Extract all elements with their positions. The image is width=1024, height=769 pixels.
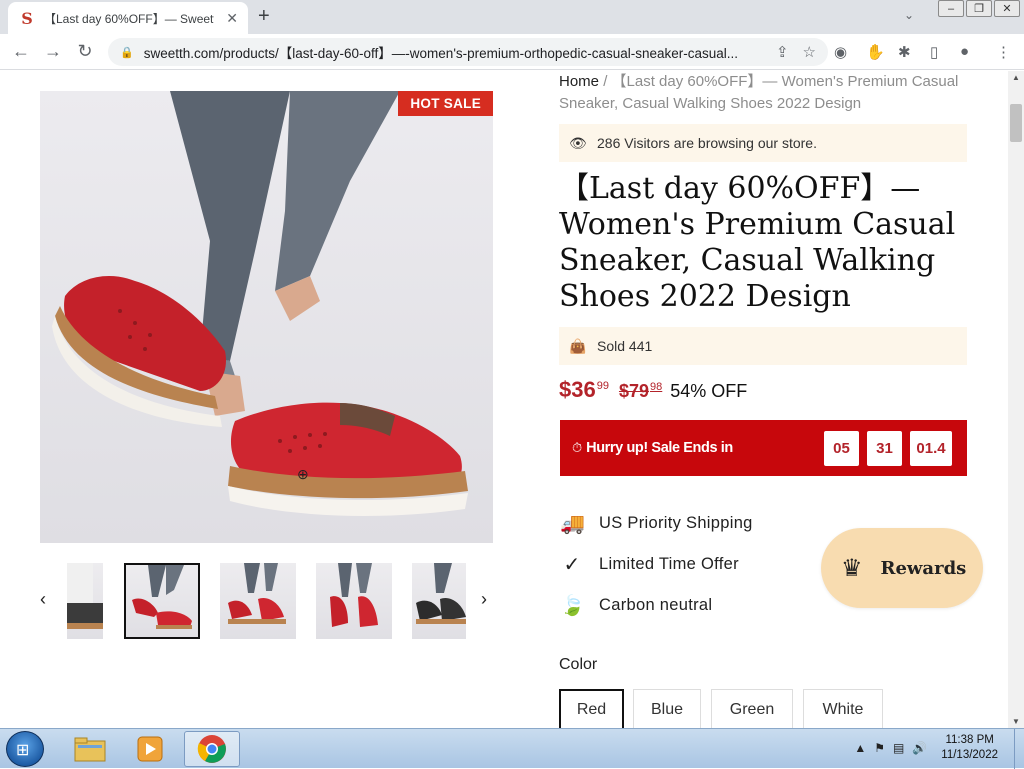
thumbnail-next-arrow-icon[interactable]: › bbox=[481, 589, 487, 610]
clock-date: 11/13/2022 bbox=[941, 749, 998, 761]
shopping-bag-icon: 👜 bbox=[569, 337, 587, 354]
product-title: 【Last day 60%OFF】— Women's Premium Casua… bbox=[559, 171, 956, 314]
sneaker-illustration bbox=[52, 91, 468, 516]
sold-notice: 👜 Sold 441 bbox=[559, 327, 967, 365]
window-controls: – ❐ ✕ bbox=[938, 0, 1020, 17]
thumbnail-item[interactable] bbox=[316, 563, 392, 639]
stopwatch-icon: ⏱ bbox=[572, 440, 583, 455]
thumbnail-prev-arrow-icon[interactable]: ‹ bbox=[40, 589, 46, 610]
countdown-minutes: 31 bbox=[867, 431, 902, 466]
extensions-puzzle-icon[interactable]: ✱ bbox=[898, 43, 911, 61]
system-clock[interactable]: 11:38 PM 11/13/2022 bbox=[941, 733, 998, 763]
crown-icon: ♛ bbox=[841, 554, 863, 582]
sale-countdown-bar: ⏱ Hurry up! Sale Ends in 05 31 01.4 bbox=[560, 420, 967, 476]
breadcrumb-home-link[interactable]: Home bbox=[559, 73, 599, 90]
price-row: $3699 $7998 54% OFF bbox=[559, 377, 747, 403]
thumbnail-item[interactable] bbox=[67, 563, 103, 639]
share-icon[interactable]: ⇪ bbox=[776, 43, 789, 61]
thumbnail-item[interactable] bbox=[124, 563, 200, 639]
site-favicon-icon: S bbox=[21, 8, 33, 28]
show-desktop-button[interactable] bbox=[1014, 729, 1024, 769]
chrome-icon bbox=[197, 735, 226, 763]
visitors-text: 286 Visitors are browsing our store. bbox=[597, 135, 817, 151]
zoom-magnifier-icon[interactable]: ⊕ bbox=[297, 466, 309, 483]
browser-tab-bar: S 【Last day 60%OFF】— Sweetth P ✕ + ⌄ – ❐… bbox=[0, 0, 1024, 34]
sold-text: Sold 441 bbox=[597, 338, 653, 354]
feature-shipping: 🚚 US Priority Shipping bbox=[560, 513, 753, 535]
color-option-green[interactable]: Green bbox=[711, 689, 793, 728]
start-button[interactable]: ⊞ bbox=[6, 731, 44, 767]
forward-icon[interactable]: → bbox=[42, 41, 64, 62]
taskbar-chrome[interactable] bbox=[184, 731, 240, 767]
check-circle-icon: ✓ bbox=[563, 554, 581, 576]
current-price: $3699 bbox=[559, 377, 609, 402]
rewards-label: Rewards bbox=[880, 557, 967, 579]
windows-logo-icon: ⊞ bbox=[16, 742, 30, 759]
url-text[interactable]: sweetth.com/products/【last-day-60-off】—-… bbox=[144, 42, 762, 62]
taskbar-explorer[interactable] bbox=[62, 731, 118, 767]
tab-close-icon[interactable]: ✕ bbox=[226, 10, 238, 27]
main-product-image[interactable]: HOT SALE ⊕ bbox=[40, 91, 493, 543]
browser-toolbar: ← → ↻ 🔒 sweetth.com/products/【last-day-6… bbox=[0, 34, 1024, 70]
tab-search-chevron-icon[interactable]: ⌄ bbox=[904, 8, 914, 22]
tray-expand-icon[interactable]: ▲ bbox=[854, 741, 866, 755]
eye-icon: 👁 bbox=[569, 134, 587, 151]
restore-icon[interactable]: ❐ bbox=[966, 0, 992, 17]
discount-label: 54% OFF bbox=[670, 381, 748, 401]
bookmark-star-icon[interactable]: ☆ bbox=[803, 43, 816, 61]
breadcrumb-separator: / bbox=[603, 73, 608, 90]
color-option-blue[interactable]: Blue bbox=[633, 689, 701, 728]
tab-title: 【Last day 60%OFF】— Sweetth P bbox=[44, 11, 214, 26]
rewards-button[interactable]: ♛ Rewards bbox=[821, 528, 983, 608]
volume-icon[interactable]: 🔊 bbox=[912, 741, 927, 755]
hot-sale-badge: HOT SALE bbox=[398, 91, 493, 116]
back-icon[interactable]: ← bbox=[10, 41, 32, 62]
breadcrumb-current: 【Last day 60%OFF】— Women's Premium Casua… bbox=[559, 73, 959, 112]
windows-taskbar: ⊞ ▲ ⚑ ▤ 🔊 11:38 PM 11/13/2022 bbox=[0, 728, 1024, 769]
countdown-hours: 05 bbox=[824, 431, 859, 466]
system-tray: ▲ ⚑ ▤ 🔊 11:38 PM 11/13/2022 bbox=[854, 733, 1014, 763]
color-label: Color bbox=[559, 656, 598, 673]
profile-icon[interactable]: ● bbox=[960, 43, 969, 60]
countdown-seconds: 01.4 bbox=[910, 431, 952, 466]
folder-icon bbox=[74, 737, 106, 762]
scroll-thumb[interactable] bbox=[1010, 104, 1022, 142]
thumbnail-carousel: ‹ › bbox=[40, 563, 500, 639]
page-content: HOT SALE ⊕ ‹ › Home / 【Last day 60%OFF】—… bbox=[0, 71, 1008, 728]
extension-avatar-icon[interactable]: ◉ bbox=[834, 43, 847, 61]
scroll-down-icon[interactable]: ▼ bbox=[1012, 717, 1020, 726]
leaf-icon: 🍃 bbox=[560, 595, 586, 617]
thumbnail-item[interactable] bbox=[220, 563, 296, 639]
truck-icon: 🚚 bbox=[560, 513, 586, 535]
visitors-notice: 👁 286 Visitors are browsing our store. bbox=[559, 124, 967, 162]
taskbar-media-player[interactable] bbox=[122, 731, 178, 767]
feature-limited-offer: ✓ Limited Time Offer bbox=[560, 552, 739, 577]
color-option-red[interactable]: Red bbox=[559, 689, 624, 728]
media-player-icon bbox=[137, 736, 163, 762]
reload-icon[interactable]: ↻ bbox=[74, 41, 96, 62]
browser-tab[interactable]: S 【Last day 60%OFF】— Sweetth P ✕ bbox=[8, 2, 248, 34]
address-bar[interactable]: 🔒 sweetth.com/products/【last-day-60-off】… bbox=[108, 38, 828, 66]
sale-ends-text: Hurry up! Sale Ends in bbox=[586, 440, 733, 456]
original-price: $7998 bbox=[618, 381, 663, 401]
new-tab-icon[interactable]: + bbox=[258, 5, 270, 28]
feature-carbon-neutral: 🍃 Carbon neutral bbox=[560, 595, 713, 617]
color-option-white[interactable]: White bbox=[803, 689, 883, 728]
side-panel-icon[interactable]: ▯ bbox=[930, 43, 938, 61]
window-close-icon[interactable]: ✕ bbox=[994, 0, 1020, 17]
action-center-flag-icon[interactable]: ⚑ bbox=[874, 741, 885, 755]
thumbnail-item[interactable] bbox=[412, 563, 466, 639]
network-icon[interactable]: ▤ bbox=[893, 741, 904, 755]
clock-time: 11:38 PM bbox=[945, 734, 994, 746]
page-scrollbar[interactable]: ▲ ▼ bbox=[1008, 71, 1024, 728]
lock-icon: 🔒 bbox=[120, 46, 134, 59]
minimize-icon[interactable]: – bbox=[938, 0, 964, 17]
scroll-up-icon[interactable]: ▲ bbox=[1012, 73, 1020, 82]
menu-kebab-icon[interactable]: ⋮ bbox=[996, 43, 1011, 61]
breadcrumb: Home / 【Last day 60%OFF】— Women's Premiu… bbox=[559, 71, 989, 115]
extension-hand-icon[interactable]: ✋ bbox=[866, 43, 885, 61]
